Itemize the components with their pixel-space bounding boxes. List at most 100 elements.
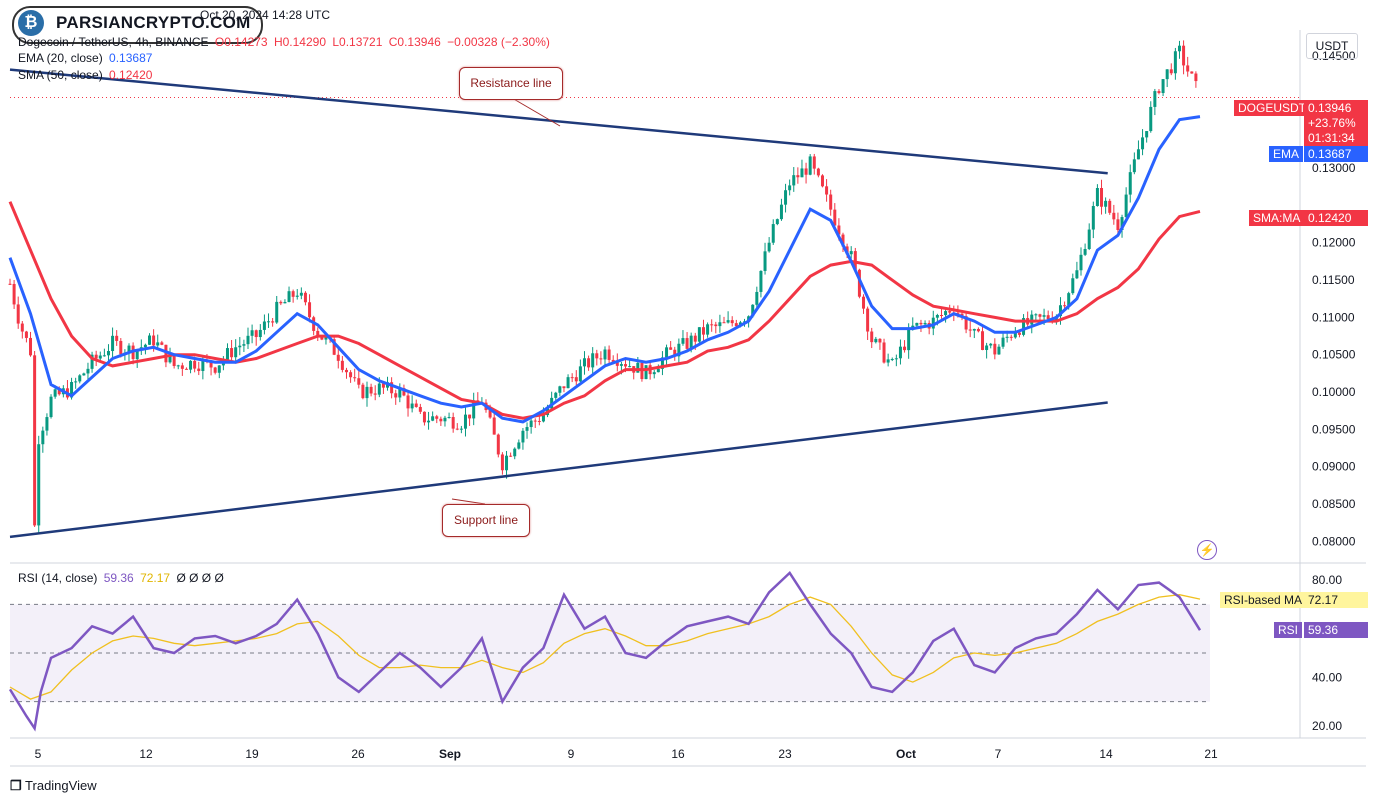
candle-body: [607, 349, 611, 360]
candle-body: [193, 360, 197, 369]
symbol-name[interactable]: Dogecoin / TetherUS, 4h, BINANCE: [18, 35, 209, 49]
candle-body: [267, 321, 271, 323]
candle-body: [1063, 305, 1067, 307]
candle-body: [1190, 71, 1194, 74]
ohlc-low: L0.13721: [332, 35, 383, 49]
tradingview-footer: ❒ TradingView: [10, 778, 97, 794]
candle-body: [562, 386, 566, 389]
candle-body: [517, 442, 521, 449]
rsi-legend-value: 59.36: [103, 571, 134, 585]
sma-legend[interactable]: SMA (50, close) 0.12420: [18, 68, 155, 83]
candle-body: [344, 369, 348, 373]
candle-body: [106, 351, 110, 356]
candle-body: [435, 416, 439, 419]
time-axis-tick: 26: [351, 747, 365, 761]
candle-body: [759, 270, 763, 292]
candle-body: [41, 430, 45, 445]
candle-body: [755, 291, 759, 305]
candle-body: [521, 430, 525, 443]
sma-legend-value: 0.12420: [109, 68, 153, 82]
candle-body: [923, 322, 927, 325]
candle-body: [800, 168, 804, 178]
candle-body: [599, 358, 603, 360]
candle-body: [685, 338, 689, 349]
candle-body: [1161, 79, 1165, 94]
candle-body: [619, 364, 623, 366]
candle-body: [1169, 69, 1173, 74]
price-tag-countdown: 01:31:34: [1304, 130, 1368, 146]
rsi-axis-tick: 40.00: [1312, 670, 1342, 684]
resistance-callout-pointer: [511, 97, 561, 127]
candle-body: [603, 349, 607, 360]
candle-body: [463, 414, 467, 429]
candle-body: [189, 360, 193, 370]
candle-body: [365, 386, 369, 399]
candle-body: [669, 347, 673, 350]
candle-body: [197, 368, 201, 372]
candle-body: [829, 194, 833, 210]
candle-body: [866, 308, 870, 332]
candle-body: [812, 156, 816, 169]
candle-body: [1079, 254, 1083, 271]
time-axis-tick: 5: [35, 747, 42, 761]
candle-body: [242, 344, 246, 346]
ema-legend-label: EMA (20, close): [18, 51, 103, 65]
candle-body: [94, 354, 98, 359]
price-axis-tick: 0.10500: [1312, 348, 1356, 362]
candle-body: [1100, 188, 1104, 207]
candle-body: [299, 292, 303, 296]
price-axis-tick: 0.08500: [1312, 497, 1356, 511]
candle-body: [788, 185, 792, 191]
ema-legend[interactable]: EMA (20, close) 0.13687: [18, 51, 155, 66]
rsi-tag-value: 59.36: [1304, 622, 1368, 638]
rsi-legend-label: RSI (14, close): [18, 571, 98, 585]
candle-body: [340, 360, 344, 370]
candle-body: [882, 342, 886, 363]
candle-body: [505, 455, 509, 471]
sma-legend-label: SMA (50, close): [18, 68, 103, 82]
candle-body: [496, 434, 500, 455]
support-line-callout[interactable]: Support line: [442, 504, 530, 537]
tradingview-logo-icon: ❒: [10, 778, 22, 793]
candle-body: [98, 355, 102, 359]
candle-body: [275, 301, 279, 323]
candle-body: [258, 329, 262, 338]
candle-body: [697, 327, 701, 342]
candle-body: [1157, 91, 1161, 94]
time-axis-tick: 9: [568, 747, 575, 761]
candle-body: [357, 378, 361, 385]
candle-body: [1087, 229, 1091, 250]
candle-body: [1091, 206, 1095, 230]
ema-tag-value: 0.13687: [1304, 146, 1368, 162]
candle-body: [1132, 159, 1136, 173]
candle-body: [217, 365, 221, 373]
candle-body: [238, 345, 242, 348]
candle-body: [361, 384, 365, 399]
candle-body: [591, 353, 595, 368]
candle-body: [1017, 332, 1021, 335]
candle-body: [1038, 314, 1042, 317]
candle-body: [250, 330, 254, 336]
sma-tag-value: 0.12420: [1304, 210, 1368, 226]
lightning-icon[interactable]: ⚡: [1197, 540, 1217, 560]
rsi-legend[interactable]: RSI (14, close) 59.36 72.17 Ø Ø Ø Ø: [18, 571, 227, 586]
candle-body: [898, 346, 902, 359]
candle-body: [82, 373, 86, 376]
support-trendline: [9, 401, 1108, 539]
candle-body: [246, 335, 250, 345]
candle-body: [349, 372, 353, 378]
candle-body: [701, 327, 705, 335]
candle-body: [431, 416, 435, 421]
candle-body: [890, 359, 894, 361]
candle-body: [37, 444, 41, 526]
currency-selector[interactable]: USDT: [1306, 33, 1358, 59]
price-axis-tick: 0.13000: [1312, 161, 1356, 175]
candle-body: [176, 365, 180, 367]
candle-body: [172, 355, 176, 367]
resistance-line-callout[interactable]: Resistance line: [459, 67, 563, 100]
ohlc-change: −0.00328 (−2.30%): [447, 35, 550, 49]
candle-body: [369, 386, 373, 394]
price-chart-svg[interactable]: 0.145000.130000.120000.115000.110000.105…: [0, 0, 1376, 803]
candle-body: [12, 283, 16, 305]
candle-body: [262, 321, 266, 330]
